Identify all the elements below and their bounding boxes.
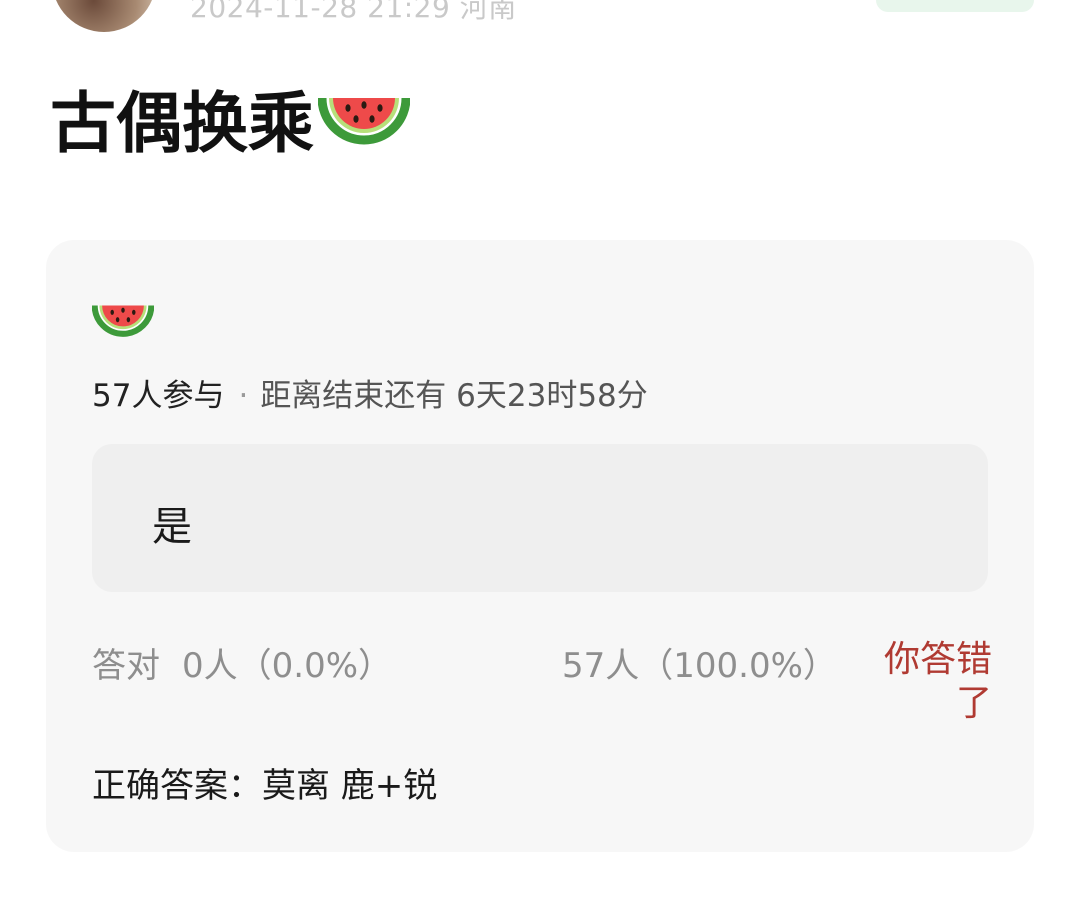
participant-count: 57人参与 — [92, 378, 225, 414]
separator-dot: · — [238, 378, 249, 414]
poll-stats: 57人参与 · 距离结束还有 6天23时58分 — [92, 370, 648, 415]
watermelon-icon — [91, 294, 155, 344]
wrong-answer-notice: 你答错了 — [883, 639, 992, 724]
poll-option[interactable]: 是 — [92, 444, 988, 592]
post-title-text: 古偶换乘 — [50, 85, 314, 162]
correct-answer: 正确答案：莫离 鹿+锐 — [92, 766, 438, 806]
post-meta: 2024-11-28 21:29 河南 — [190, 0, 517, 24]
author-avatar[interactable] — [52, 0, 156, 32]
time-remaining: 距离结束还有 6天23时58分 — [260, 378, 648, 414]
correct-label: 答对 — [92, 646, 160, 686]
option-result: 57人（100.0%） — [562, 646, 837, 686]
poll-option-label: 是 — [152, 504, 192, 550]
correct-count: 0人（0.0%） — [182, 646, 393, 686]
watermelon-icon — [317, 82, 411, 154]
correct-count-result: 答对 0人（0.0%） — [92, 638, 392, 687]
post-title: 古偶换乘 — [50, 78, 411, 162]
poll-card: 57人参与 · 距离结束还有 6天23时58分 是 答对 0人（0.0%） 57人（1… — [46, 240, 1034, 852]
follow-button[interactable] — [876, 0, 1034, 12]
